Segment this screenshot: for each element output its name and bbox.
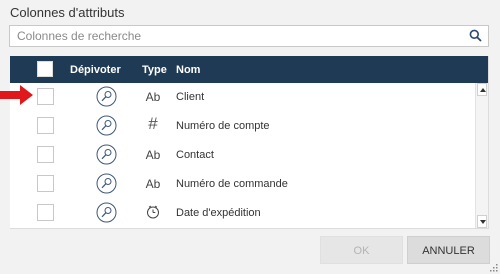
type-label: # xyxy=(148,114,158,133)
clock-icon xyxy=(147,205,159,219)
attribute-grid: Dépivoter Type Nom Ab Client # Numéro de xyxy=(10,56,489,229)
row-checkbox[interactable] xyxy=(37,175,54,192)
cancel-button[interactable]: ANNULER xyxy=(407,236,490,264)
row-checkbox[interactable] xyxy=(37,146,54,163)
column-header-name[interactable]: Nom xyxy=(176,64,200,76)
arrow-up-icon xyxy=(480,88,486,92)
vertical-scrollbar[interactable] xyxy=(475,83,488,228)
unpivot-icon[interactable] xyxy=(96,86,117,107)
ok-button[interactable]: OK xyxy=(320,236,403,264)
type-label: Ab xyxy=(145,177,161,191)
attribute-name: Numéro de compte xyxy=(176,120,270,132)
search-input[interactable] xyxy=(10,26,467,46)
attribute-name: Date d'expédition xyxy=(176,207,261,219)
grid-rows: Ab Client # Numéro de compte Ab Contact xyxy=(10,83,476,228)
red-arrow-icon xyxy=(0,85,33,105)
type-label: Ab xyxy=(145,90,161,104)
table-row[interactable]: Ab Numéro de commande xyxy=(10,170,476,199)
search-icon[interactable] xyxy=(469,29,482,42)
type-label: Ab xyxy=(145,148,161,162)
row-checkbox[interactable] xyxy=(37,204,54,221)
attribute-name: Numéro de commande xyxy=(176,178,288,190)
unpivot-icon[interactable] xyxy=(96,115,117,136)
column-header-type[interactable]: Type xyxy=(142,64,167,76)
table-row[interactable]: Date d'expédition xyxy=(10,199,476,228)
grid-header: Dépivoter Type Nom xyxy=(10,56,488,83)
scroll-down-button[interactable] xyxy=(477,215,487,228)
scroll-up-button[interactable] xyxy=(477,83,487,96)
row-checkbox[interactable] xyxy=(37,88,54,105)
attribute-name: Client xyxy=(176,91,205,103)
resize-grip-icon[interactable] xyxy=(490,264,498,272)
column-header-pivot[interactable]: Dépivoter xyxy=(70,64,121,76)
unpivot-icon[interactable] xyxy=(96,202,117,223)
attribute-name: Contact xyxy=(176,149,214,161)
table-row[interactable]: Ab Contact xyxy=(10,141,476,170)
search-box xyxy=(9,25,489,47)
arrow-down-icon xyxy=(480,220,486,224)
unpivot-icon[interactable] xyxy=(96,173,117,194)
table-row[interactable]: Ab Client xyxy=(10,83,476,112)
dialog-title: Colonnes d'attributs xyxy=(10,5,125,20)
select-all-checkbox[interactable] xyxy=(37,61,53,77)
row-checkbox[interactable] xyxy=(37,117,54,134)
unpivot-icon[interactable] xyxy=(96,144,117,165)
table-row[interactable]: # Numéro de compte xyxy=(10,112,476,141)
